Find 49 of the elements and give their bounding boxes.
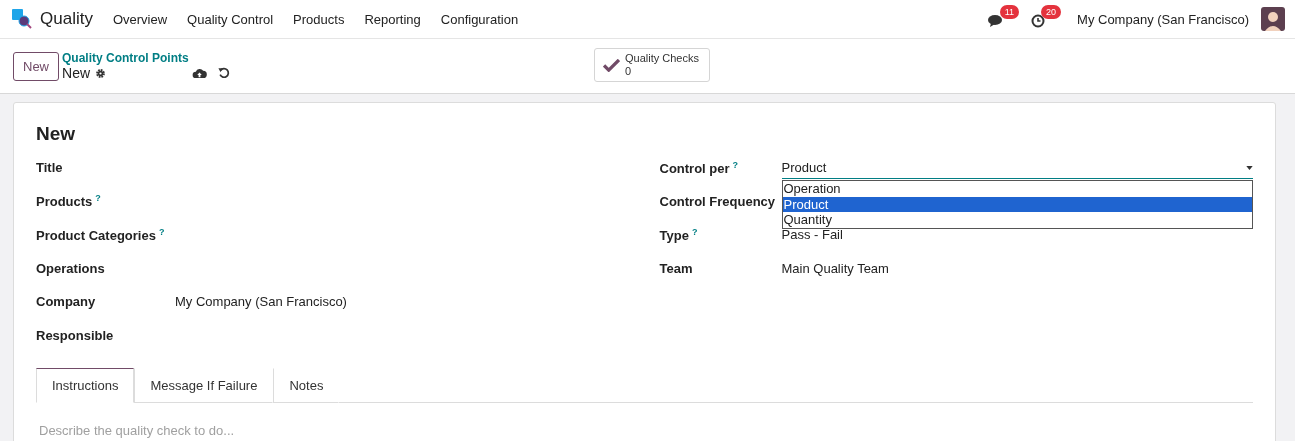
smart-button-label: Quality Checks — [625, 52, 699, 65]
field-label: Title — [36, 160, 63, 176]
field-value[interactable]: Main Quality Team — [781, 260, 889, 276]
tab[interactable]: Instructions — [36, 368, 135, 403]
gear-icon[interactable] — [95, 67, 107, 79]
activity-count-badge: 20 — [1041, 5, 1062, 19]
menu-item[interactable]: Overview — [112, 11, 168, 27]
clock-icon[interactable] — [1031, 14, 1046, 28]
app-name[interactable]: Quality — [40, 9, 93, 29]
company-switcher[interactable]: My Company (San Francisco) — [1077, 11, 1249, 27]
breadcrumb-link[interactable]: Quality Control Points — [62, 51, 192, 65]
checkmark-icon — [603, 58, 620, 72]
dropdown-option[interactable]: Quantity — [782, 212, 1252, 228]
menu-item[interactable]: Products — [293, 11, 345, 27]
field-label: Control per — [659, 160, 730, 176]
chat-icon[interactable] — [987, 14, 1004, 28]
field-value[interactable]: Pass - Fail — [781, 227, 843, 243]
field-label: Type — [659, 227, 689, 243]
cloud-upload-icon[interactable] — [192, 67, 207, 79]
field-label: Products — [36, 194, 93, 210]
field-label: Company — [36, 294, 96, 310]
field-label: Responsible — [36, 327, 114, 343]
undo-icon[interactable] — [218, 67, 230, 79]
field-label: Operations — [36, 260, 105, 276]
record-name: New — [62, 65, 91, 81]
menu-item[interactable]: Reporting — [364, 11, 421, 27]
dropdown-option[interactable]: Operation — [782, 181, 1252, 197]
new-button[interactable]: New — [13, 51, 59, 81]
quality-checks-button[interactable]: Quality Checks 0 — [594, 48, 710, 82]
field-value[interactable]: My Company (San Francisco) — [175, 294, 347, 310]
smart-button-count: 0 — [625, 65, 632, 78]
field-label: Team — [659, 260, 693, 276]
app-logo-icon[interactable] — [12, 9, 32, 29]
menu-item[interactable]: Configuration — [440, 11, 519, 27]
help-tooltip[interactable]: ? — [158, 226, 165, 237]
select-field[interactable]: Product — [781, 159, 1253, 179]
record-title: New — [36, 123, 77, 145]
avatar-icon[interactable] — [1261, 7, 1285, 31]
help-tooltip[interactable]: ? — [732, 159, 739, 170]
dropdown-option[interactable]: Product — [782, 196, 1252, 212]
help-tooltip[interactable]: ? — [691, 226, 698, 237]
field-label: Control Frequency — [659, 193, 776, 209]
tab[interactable]: Message If Failure — [134, 368, 274, 403]
caret-icon — [1246, 165, 1253, 170]
message-count-badge: 11 — [999, 5, 1020, 19]
field-label: Product Categories — [36, 227, 156, 243]
menu-item[interactable]: Quality Control — [187, 11, 274, 27]
tab[interactable]: Notes — [273, 368, 340, 403]
help-tooltip[interactable]: ? — [95, 193, 101, 204]
